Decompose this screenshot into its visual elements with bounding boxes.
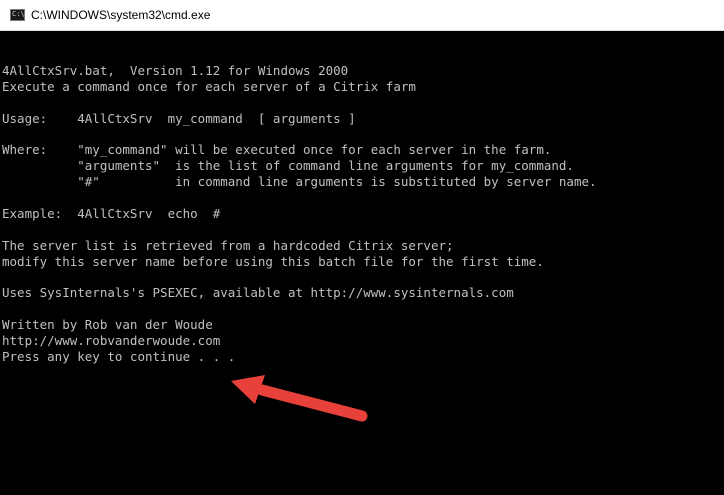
console-output: 4AllCtxSrv.bat, Version 1.12 for Windows…	[2, 47, 597, 365]
console-area[interactable]: 4AllCtxSrv.bat, Version 1.12 for Windows…	[0, 31, 724, 495]
cmd-icon-glyph: C:\	[12, 10, 25, 18]
title-bar[interactable]: C:\ C:\WINDOWS\system32\cmd.exe	[0, 0, 724, 31]
console-line: Uses SysInternals's PSEXEC, available at…	[2, 285, 514, 301]
console-line: 4AllCtxSrv.bat, Version 1.12 for Windows…	[2, 62, 349, 78]
cmd-prompt-icon[interactable]: C:\	[10, 9, 25, 21]
console-line: Where: "my_command" will be executed onc…	[2, 142, 552, 158]
cmd-window: C:\ C:\WINDOWS\system32\cmd.exe 4AllCtxS…	[0, 0, 724, 495]
console-line: The server list is retrieved from a hard…	[2, 237, 454, 253]
window-title: C:\WINDOWS\system32\cmd.exe	[31, 8, 211, 22]
console-line: http://www.robvanderwoude.com	[2, 333, 221, 349]
console-line: "arguments" is the list of command line …	[2, 158, 574, 174]
console-line: Execute a command once for each server o…	[2, 78, 416, 94]
console-line: Written by Rob van der Woude	[2, 317, 213, 333]
console-line: Usage: 4AllCtxSrv my_command [ arguments…	[2, 110, 356, 126]
console-line: "#" in command line arguments is substit…	[2, 174, 597, 190]
console-line: Press any key to continue . . .	[2, 348, 236, 364]
console-line: modify this server name before using thi…	[2, 253, 544, 269]
console-line: Example: 4AllCtxSrv echo #	[2, 205, 221, 221]
